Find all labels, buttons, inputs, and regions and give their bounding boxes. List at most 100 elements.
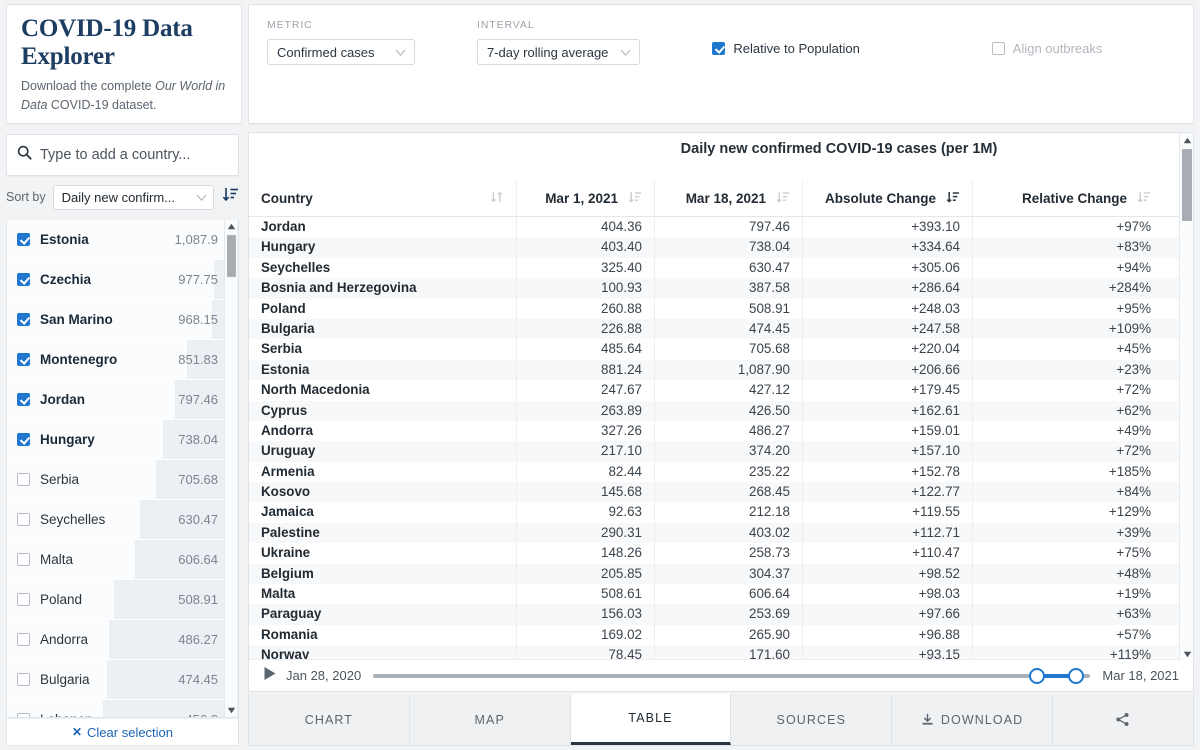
sort-icon-active[interactable] xyxy=(946,190,960,207)
table-row[interactable]: Palestine 290.31 403.02 +112.71 +39% xyxy=(249,522,1193,544)
tab-download[interactable]: DOWNLOAD xyxy=(892,694,1053,745)
scroll-down-icon[interactable] xyxy=(225,704,238,717)
country-list-scrollbar[interactable] xyxy=(224,220,237,717)
scrollbar-thumb[interactable] xyxy=(1182,149,1192,221)
table-cell-country: Bosnia and Herzegovina xyxy=(249,278,517,299)
country-list-item[interactable]: Poland 508.91 xyxy=(7,580,238,620)
checkbox-icon[interactable] xyxy=(17,513,30,526)
tab-sources[interactable]: SOURCES xyxy=(731,694,893,745)
timeline-slider[interactable] xyxy=(373,667,1091,685)
search-icon xyxy=(17,145,32,165)
interval-select[interactable]: 7-day rolling average xyxy=(477,39,641,65)
country-list-item[interactable]: Bulgaria 474.45 xyxy=(7,660,238,700)
country-list-item[interactable]: Andorra 486.27 xyxy=(7,620,238,660)
search-input[interactable] xyxy=(40,147,228,163)
table-row[interactable]: Malta 508.61 606.64 +98.03 +19% xyxy=(249,584,1193,605)
table-row[interactable]: Andorra 327.26 486.27 +159.01 +49% xyxy=(249,420,1193,442)
table-row[interactable]: Paraguay 156.03 253.69 +97.66 +63% xyxy=(249,604,1193,625)
column-header-mar-18-2021[interactable]: Mar 18, 2021 xyxy=(655,180,803,217)
sort-by-select[interactable]: Daily new confirm... xyxy=(52,184,214,210)
tab-share[interactable] xyxy=(1052,694,1193,745)
country-list[interactable]: Estonia 1,087.9 Czechia 977.75 San Marino 968… xyxy=(6,220,239,718)
table-scrollbar[interactable] xyxy=(1179,133,1193,661)
tab-chart[interactable]: CHART xyxy=(249,694,410,745)
country-list-item[interactable]: Seychelles 630.47 xyxy=(7,500,238,540)
table-row[interactable]: Jamaica 92.63 212.18 +119.55 +129% xyxy=(249,502,1193,523)
country-list-item[interactable]: Montenegro 851.83 xyxy=(7,340,238,380)
scrollbar-thumb[interactable] xyxy=(227,235,236,277)
table-row[interactable]: Armenia 82.44 235.22 +152.78 +185% xyxy=(249,461,1193,483)
slider-handle-start[interactable] xyxy=(1028,667,1045,684)
tab-map[interactable]: MAP xyxy=(409,694,571,745)
table-row[interactable]: Hungary 403.40 738.04 +334.64 +83% xyxy=(249,237,1193,258)
column-header-relative-change[interactable]: Relative Change xyxy=(973,181,1163,217)
checkbox-icon[interactable] xyxy=(17,313,30,326)
column-header-country-label: Country xyxy=(261,191,313,206)
checkbox-icon[interactable] xyxy=(17,233,30,246)
table-row[interactable]: Romania 169.02 265.90 +96.88 +57% xyxy=(249,624,1193,646)
table-cell-rel: +94% xyxy=(1116,259,1151,275)
checkbox-icon[interactable] xyxy=(17,593,30,606)
country-list-item[interactable]: Czechia 977.75 xyxy=(7,260,238,300)
sort-icon[interactable] xyxy=(490,190,504,207)
table-cell-rel: +19% xyxy=(1116,586,1151,602)
table-cell-country: Estonia xyxy=(249,359,517,381)
table-row[interactable]: Serbia 485.64 705.68 +220.04 +45% xyxy=(249,339,1193,360)
checkbox-icon[interactable] xyxy=(17,633,30,646)
sort-icon[interactable] xyxy=(1137,190,1151,207)
table-row[interactable]: Seychelles 325.40 630.47 +305.06 +94% xyxy=(249,257,1193,279)
table-header-row: Country Mar 1, 2021 Mar 18, 2021 Absolut… xyxy=(249,180,1193,217)
scroll-up-icon[interactable] xyxy=(225,220,238,233)
country-list-item[interactable]: San Marino 968.15 xyxy=(7,300,238,340)
country-list-item-label: Serbia xyxy=(40,472,80,487)
country-list-item[interactable]: Jordan 797.46 xyxy=(7,380,238,420)
table-row[interactable]: Jordan 404.36 797.46 +393.10 +97% xyxy=(249,217,1193,238)
tab-table[interactable]: TABLE xyxy=(570,694,732,745)
table-cell-country: Andorra xyxy=(249,420,517,442)
country-list-item[interactable]: Serbia 705.68 xyxy=(7,460,238,500)
country-list-item[interactable]: Malta 606.64 xyxy=(7,540,238,580)
table-row[interactable]: Estonia 881.24 1,087.90 +206.66 +23% xyxy=(249,359,1193,381)
play-icon[interactable] xyxy=(263,666,277,686)
checkbox-icon[interactable] xyxy=(17,353,30,366)
column-header-absolute-change[interactable]: Absolute Change xyxy=(803,180,973,217)
align-outbreaks-checkbox[interactable]: Align outbreaks xyxy=(991,41,1103,56)
table-row[interactable]: Poland 260.88 508.91 +248.03 +95% xyxy=(249,298,1193,319)
checkbox-icon[interactable] xyxy=(17,433,30,446)
table-row[interactable]: Kosovo 145.68 268.45 +122.77 +84% xyxy=(249,482,1193,503)
column-header-mar-1-2021[interactable]: Mar 1, 2021 xyxy=(517,180,655,217)
table-cell-country: Jamaica xyxy=(249,502,517,523)
checkbox-icon[interactable] xyxy=(17,393,30,406)
clear-selection-button[interactable]: ✕ Clear selection xyxy=(6,718,239,746)
checkbox-icon[interactable] xyxy=(17,673,30,686)
table-row[interactable]: Belgium 205.85 304.37 +98.52 +48% xyxy=(249,563,1193,585)
checkbox-icon[interactable] xyxy=(17,473,30,486)
table-cell-d1: 508.61 xyxy=(517,584,655,605)
table-row[interactable]: Bulgaria 226.88 474.45 +247.58 +109% xyxy=(249,318,1193,340)
country-list-item[interactable]: Lebanon456.8 xyxy=(7,700,238,717)
scroll-down-icon[interactable] xyxy=(1180,647,1193,661)
country-search-panel[interactable] xyxy=(6,134,239,176)
relative-to-population-checkbox[interactable]: Relative to Population xyxy=(712,41,860,56)
table-row[interactable]: Uruguay 217.10 374.20 +157.10 +72% xyxy=(249,441,1193,462)
country-list-item[interactable]: Hungary 738.04 xyxy=(7,420,238,460)
table-row[interactable]: North Macedonia 247.67 427.12 +179.45 +72% xyxy=(249,380,1193,401)
slider-handle-end[interactable] xyxy=(1068,667,1085,684)
table-row[interactable]: Bosnia and Herzegovina 100.93 387.58 +286.6… xyxy=(249,278,1193,299)
scroll-up-icon[interactable] xyxy=(1180,133,1193,147)
align-outbreaks-label: Align outbreaks xyxy=(1012,41,1103,56)
table-row[interactable]: Ukraine 148.26 258.73 +110.47 +75% xyxy=(249,543,1193,564)
column-header-country[interactable]: Country xyxy=(249,180,517,217)
table-cell-abs: +112.71 xyxy=(803,522,973,544)
checkbox-icon[interactable] xyxy=(17,273,30,286)
checkbox-icon[interactable] xyxy=(17,553,30,566)
metric-select[interactable]: Confirmed cases xyxy=(267,39,415,65)
slider-track[interactable] xyxy=(373,673,1091,678)
country-list-item[interactable]: Estonia 1,087.9 xyxy=(7,220,238,260)
sort-direction-descending-icon[interactable] xyxy=(222,186,239,208)
sort-icon[interactable] xyxy=(628,190,642,207)
sort-icon[interactable] xyxy=(776,190,790,207)
table-row[interactable]: Cyprus 263.89 426.50 +162.61 +62% xyxy=(249,400,1193,421)
title-panel: COVID-19 Data Explorer Download the comp… xyxy=(6,4,242,124)
country-list-item-value: 474.45 xyxy=(178,672,218,687)
